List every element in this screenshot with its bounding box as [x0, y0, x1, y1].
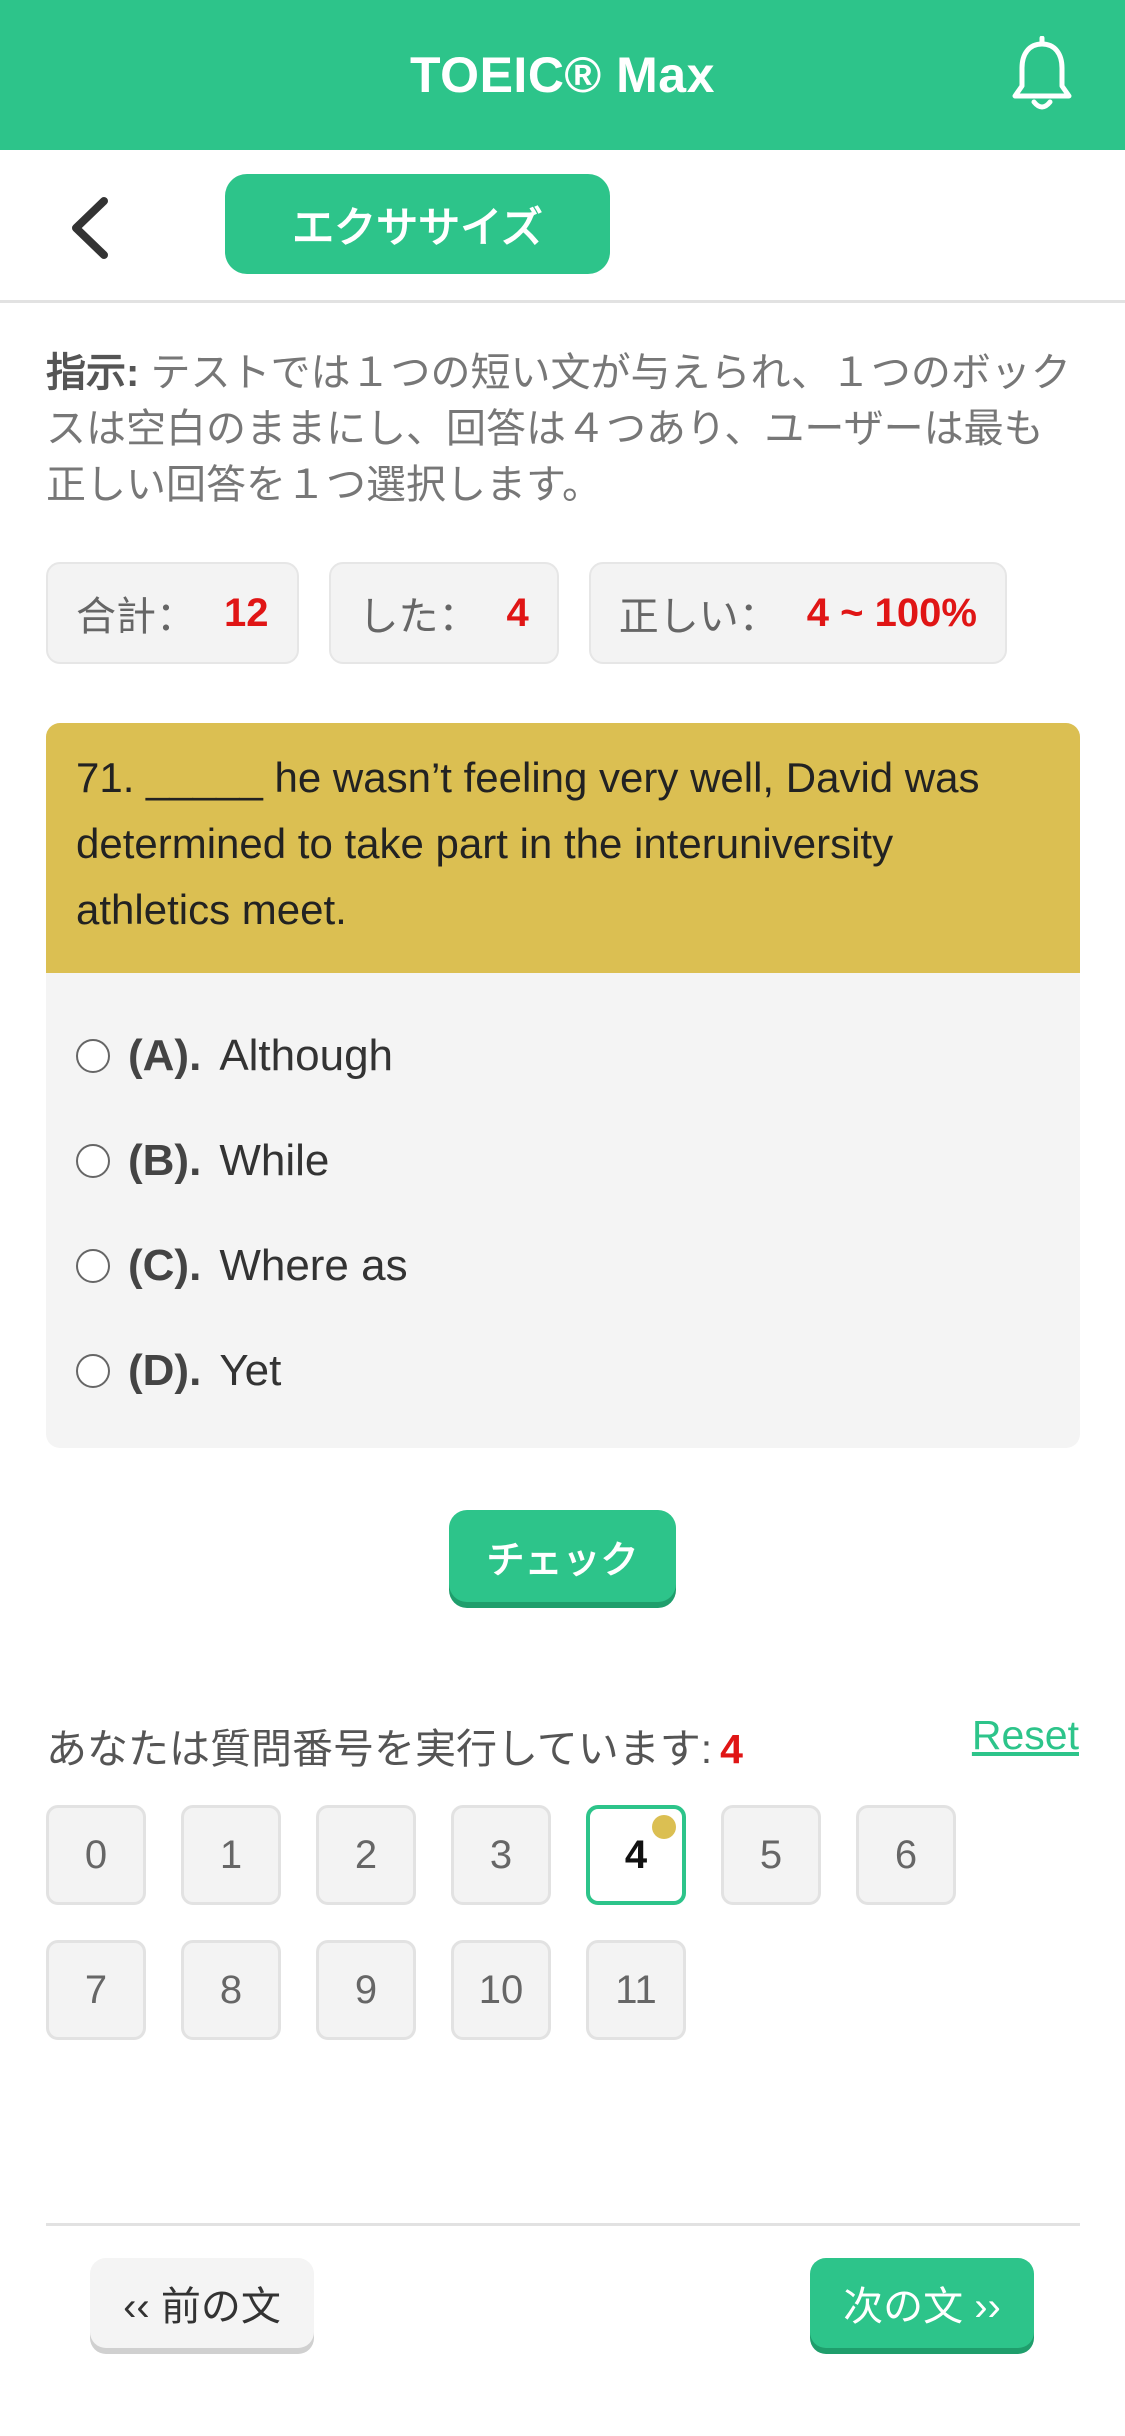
question-number-button[interactable]: 3: [451, 1805, 551, 1905]
option-key: (D).: [128, 1345, 202, 1395]
stat-done-value: 4: [506, 590, 529, 635]
question-number-button[interactable]: 10: [451, 1940, 551, 2040]
question-number-button[interactable]: 2: [316, 1805, 416, 1905]
instructions-label: 指示:: [46, 351, 140, 395]
stat-correct-label: 正しい：: [618, 595, 779, 639]
next-sentence-button[interactable]: 次の文 ››: [810, 2258, 1034, 2348]
radio-button[interactable]: [76, 1038, 110, 1073]
stat-done-label: した：: [358, 595, 479, 639]
progress-text: あなたは質問番号を実行しています: 4: [46, 1715, 743, 1775]
app-title: TOEIC® Max: [410, 47, 715, 103]
check-button[interactable]: チェック: [449, 1510, 676, 1602]
current-indicator-dot: [652, 1815, 676, 1839]
reset-link[interactable]: Reset: [972, 1712, 1079, 1759]
chevron-left-icon[interactable]: [62, 193, 122, 263]
question-number-button[interactable]: 1: [181, 1805, 281, 1905]
divider: [46, 2223, 1080, 2226]
option-text: While: [219, 1135, 330, 1185]
stat-total-label: 合計：: [76, 595, 196, 639]
question-number-button[interactable]: 5: [721, 1805, 821, 1905]
option-key: (B).: [128, 1135, 202, 1185]
bell-icon[interactable]: [1007, 36, 1077, 116]
option-text: Where as: [219, 1240, 408, 1290]
radio-button[interactable]: [76, 1143, 110, 1178]
question-number-label: 4: [624, 1832, 648, 1877]
option-c[interactable]: (C). Where as: [46, 1213, 1080, 1318]
tab-exercise[interactable]: エクササイズ: [225, 174, 610, 274]
instructions: 指示: テストでは１つの短い文が与えられ、１つのボックスは空白のままにし、回答は…: [46, 345, 1076, 513]
question-card: 71. _____ he wasn’t feeling very well, D…: [46, 723, 1080, 1448]
answer-options: (A). Although (B). While (C). Where as (…: [46, 973, 1080, 1423]
instructions-text: テストでは１つの短い文が与えられ、１つのボックスは空白のままにし、回答は４つあり…: [46, 351, 1071, 507]
option-text: Yet: [219, 1345, 282, 1395]
stat-correct: 正しい： 4 ~ 100%: [588, 562, 1007, 664]
option-b[interactable]: (B). While: [46, 1108, 1080, 1213]
question-number-button[interactable]: 11: [586, 1940, 686, 2040]
stats-row: 合計： 12 した： 4 正しい： 4 ~ 100%: [46, 562, 1007, 664]
option-a[interactable]: (A). Although: [46, 1003, 1080, 1108]
option-d[interactable]: (D). Yet: [46, 1318, 1080, 1423]
question-number-button[interactable]: 0: [46, 1805, 146, 1905]
stat-total-value: 12: [224, 590, 269, 635]
option-key: (C).: [128, 1240, 202, 1290]
stat-total: 合計： 12: [46, 562, 299, 664]
progress-label: あなたは質問番号を実行しています:: [46, 1726, 713, 1772]
sub-header: エクササイズ: [0, 150, 1125, 303]
question-number-button-active[interactable]: 4: [586, 1805, 686, 1905]
previous-sentence-button[interactable]: ‹‹ 前の文: [90, 2258, 314, 2348]
question-number-button[interactable]: 7: [46, 1940, 146, 2040]
app-header: TOEIC® Max: [0, 0, 1125, 150]
current-question-number: 4: [720, 1726, 743, 1772]
option-text: Although: [219, 1030, 394, 1080]
stat-correct-value: 4 ~ 100%: [806, 590, 977, 635]
question-number-button[interactable]: 9: [316, 1940, 416, 2040]
question-text: 71. _____ he wasn’t feeling very well, D…: [46, 723, 1080, 973]
stat-done: した： 4: [328, 562, 559, 664]
question-number-button[interactable]: 6: [856, 1805, 956, 1905]
radio-button[interactable]: [76, 1248, 110, 1283]
radio-button[interactable]: [76, 1353, 110, 1388]
question-number-button[interactable]: 8: [181, 1940, 281, 2040]
option-key: (A).: [128, 1030, 202, 1080]
